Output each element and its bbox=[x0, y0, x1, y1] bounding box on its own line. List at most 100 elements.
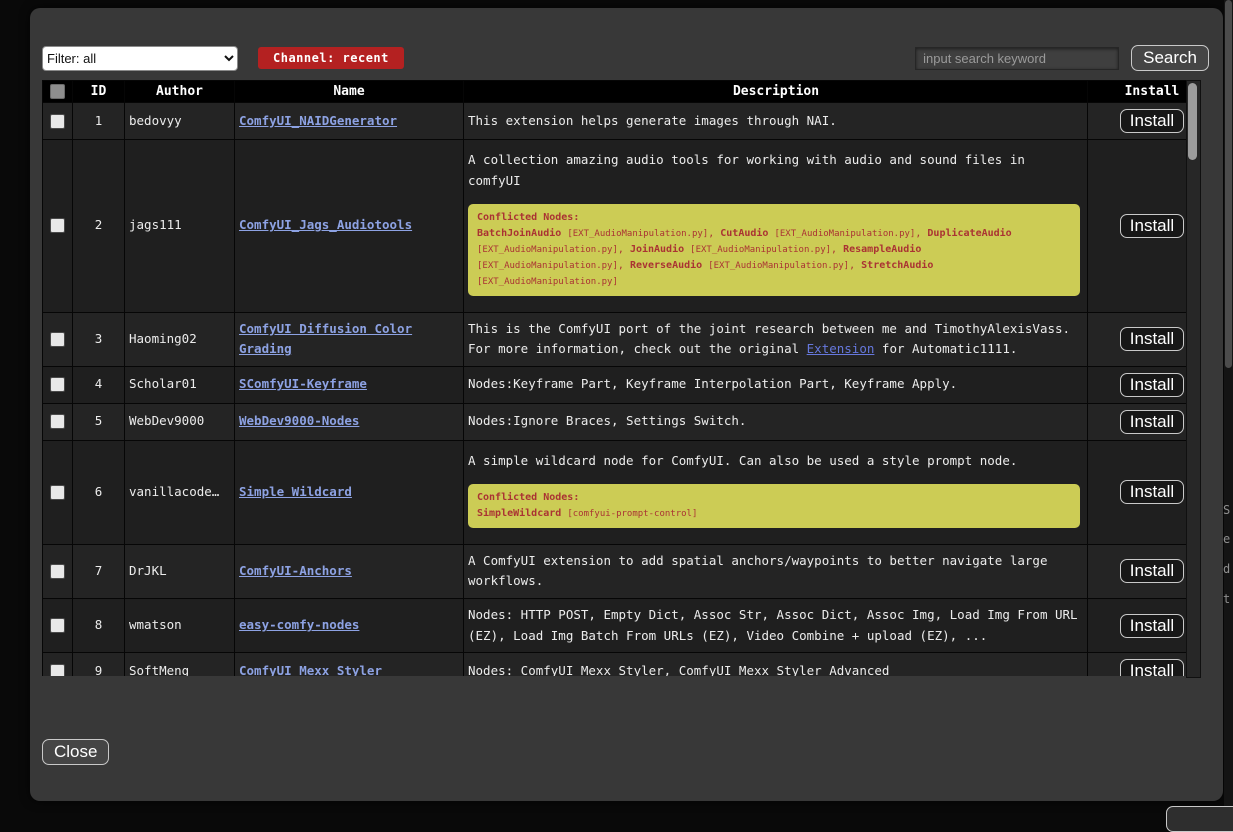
conflict-node-name: JoinAudio bbox=[630, 244, 684, 255]
select-all-checkbox[interactable] bbox=[50, 84, 65, 99]
install-button[interactable]: Install bbox=[1120, 214, 1184, 238]
conflict-node-name: StretchAudio bbox=[861, 260, 933, 271]
row-description: Nodes: ComfyUI Mexx Styler, ComfyUI Mexx… bbox=[468, 663, 889, 676]
install-button[interactable]: Install bbox=[1120, 327, 1184, 351]
filter-select[interactable]: Filter: all bbox=[42, 46, 238, 71]
row-checkbox[interactable] bbox=[50, 332, 65, 347]
node-name-link[interactable]: ComfyUI_NAIDGenerator bbox=[239, 113, 397, 128]
node-name-link[interactable]: SComfyUI-Keyframe bbox=[239, 376, 367, 391]
name-cell: ComfyUI_NAIDGenerator bbox=[235, 103, 464, 140]
row-description: A ComfyUI extension to add spatial ancho… bbox=[468, 553, 1047, 589]
node-name-link[interactable]: easy-comfy-nodes bbox=[239, 617, 359, 632]
column-header-author: Author bbox=[125, 81, 235, 103]
install-button[interactable]: Install bbox=[1120, 410, 1184, 434]
node-name-link[interactable]: ComfyUI_Jags_Audiotools bbox=[239, 217, 412, 232]
name-cell: ComfyUI-Anchors bbox=[235, 544, 464, 598]
conflict-box: Conflicted Nodes: BatchJoinAudio [EXT_Aud… bbox=[468, 204, 1080, 295]
checkbox-cell bbox=[43, 403, 73, 440]
conflict-node-source: [comfyui-prompt-control] bbox=[567, 509, 697, 519]
row-checkbox[interactable] bbox=[50, 414, 65, 429]
conflict-node-source: [EXT_AudioManipulation.py] bbox=[567, 229, 708, 239]
description-link[interactable]: Extension bbox=[807, 341, 875, 356]
install-button[interactable]: Install bbox=[1120, 559, 1184, 583]
description-cell: A collection amazing audio tools for wor… bbox=[464, 140, 1088, 313]
node-name-link[interactable]: WebDev9000-Nodes bbox=[239, 413, 359, 428]
row-description: Nodes:Keyframe Part, Keyframe Interpolat… bbox=[468, 376, 957, 391]
channel-badge: Channel: recent bbox=[258, 47, 404, 69]
row-description: A collection amazing audio tools for wor… bbox=[468, 152, 1025, 188]
row-checkbox[interactable] bbox=[50, 564, 65, 579]
install-cell: Install bbox=[1088, 440, 1187, 544]
row-author: vanillacode… bbox=[125, 440, 235, 544]
name-cell: WebDev9000-Nodes bbox=[235, 403, 464, 440]
checkbox-cell bbox=[43, 140, 73, 313]
table-row: 8wmatsoneasy-comfy-nodesNodes: HTTP POST… bbox=[43, 599, 1187, 653]
node-name-link[interactable]: ComfyUI-Anchors bbox=[239, 563, 352, 578]
row-id: 1 bbox=[73, 103, 125, 140]
page-scrollbar-thumb[interactable] bbox=[1225, 0, 1232, 368]
description-cell: Nodes: ComfyUI Mexx Styler, ComfyUI Mexx… bbox=[464, 653, 1088, 676]
table-header-row: ID Author Name Description Install bbox=[43, 81, 1187, 103]
conflict-label: Conflicted Nodes: bbox=[477, 210, 1071, 226]
background-partial-button[interactable] bbox=[1166, 806, 1233, 832]
nodes-table-body: 1bedovyyComfyUI_NAIDGeneratorThis extens… bbox=[43, 103, 1187, 677]
conflict-node-source: [EXT_AudioManipulation.py] bbox=[477, 245, 618, 255]
table-row: 7DrJKLComfyUI-AnchorsA ComfyUI extension… bbox=[43, 544, 1187, 598]
nodes-table-zone: ID Author Name Description Install 1bedo… bbox=[42, 80, 1223, 678]
conflict-node-source: [EXT_AudioManipulation.py] bbox=[477, 261, 618, 271]
row-checkbox[interactable] bbox=[50, 218, 65, 233]
table-scrollbar-thumb[interactable] bbox=[1188, 83, 1197, 160]
row-id: 2 bbox=[73, 140, 125, 313]
checkbox-cell bbox=[43, 544, 73, 598]
row-checkbox[interactable] bbox=[50, 485, 65, 500]
search-button[interactable]: Search bbox=[1131, 45, 1209, 71]
column-header-id: ID bbox=[73, 81, 125, 103]
row-id: 8 bbox=[73, 599, 125, 653]
checkbox-cell bbox=[43, 440, 73, 544]
row-checkbox[interactable] bbox=[50, 618, 65, 633]
row-author: WebDev9000 bbox=[125, 403, 235, 440]
conflict-node-list: BatchJoinAudio [EXT_AudioManipulation.py… bbox=[477, 228, 1012, 287]
node-name-link[interactable]: Simple Wildcard bbox=[239, 484, 352, 499]
install-button[interactable]: Install bbox=[1120, 480, 1184, 504]
name-cell: easy-comfy-nodes bbox=[235, 599, 464, 653]
conflict-node-name: SimpleWildcard bbox=[477, 508, 561, 519]
row-id: 9 bbox=[73, 653, 125, 676]
checkbox-cell bbox=[43, 366, 73, 403]
description-cell: Nodes:Ignore Braces, Settings Switch. bbox=[464, 403, 1088, 440]
install-button[interactable]: Install bbox=[1120, 109, 1184, 133]
table-row: 5WebDev9000WebDev9000-NodesNodes:Ignore … bbox=[43, 403, 1187, 440]
table-scrollbar[interactable] bbox=[1186, 80, 1201, 678]
conflict-node-source: [EXT_AudioManipulation.py] bbox=[774, 229, 915, 239]
conflict-node-source: [EXT_AudioManipulation.py] bbox=[690, 245, 831, 255]
install-cell: Install bbox=[1088, 653, 1187, 676]
column-header-install: Install bbox=[1088, 81, 1187, 103]
description-cell: Nodes:Keyframe Part, Keyframe Interpolat… bbox=[464, 366, 1088, 403]
description-cell: This is the ComfyUI port of the joint re… bbox=[464, 312, 1088, 366]
close-button[interactable]: Close bbox=[42, 739, 109, 765]
name-cell: ComfyUI_Mexx_Styler bbox=[235, 653, 464, 676]
row-author: Haoming02 bbox=[125, 312, 235, 366]
table-row: 3Haoming02ComfyUI Diffusion Color Gradin… bbox=[43, 312, 1187, 366]
row-checkbox[interactable] bbox=[50, 664, 65, 676]
table-row: 4Scholar01SComfyUI-KeyframeNodes:Keyfram… bbox=[43, 366, 1187, 403]
node-name-link[interactable]: ComfyUI Diffusion Color Grading bbox=[239, 321, 412, 357]
page-scrollbar[interactable] bbox=[1224, 0, 1233, 815]
install-button[interactable]: Install bbox=[1120, 373, 1184, 397]
description-cell: A simple wildcard node for ComfyUI. Can … bbox=[464, 440, 1088, 544]
row-id: 3 bbox=[73, 312, 125, 366]
row-checkbox[interactable] bbox=[50, 114, 65, 129]
row-description: A simple wildcard node for ComfyUI. Can … bbox=[468, 453, 1017, 468]
checkbox-cell bbox=[43, 103, 73, 140]
install-button[interactable]: Install bbox=[1120, 614, 1184, 638]
install-cell: Install bbox=[1088, 140, 1187, 313]
row-checkbox[interactable] bbox=[50, 377, 65, 392]
node-name-link[interactable]: ComfyUI_Mexx_Styler bbox=[239, 663, 382, 676]
background-text-fragment: d bbox=[1223, 562, 1230, 576]
install-cell: Install bbox=[1088, 544, 1187, 598]
table-row: 6vanillacode…Simple WildcardA simple wil… bbox=[43, 440, 1187, 544]
search-input[interactable] bbox=[915, 47, 1119, 70]
install-button[interactable]: Install bbox=[1120, 659, 1184, 676]
checkbox-cell bbox=[43, 599, 73, 653]
row-author: Scholar01 bbox=[125, 366, 235, 403]
